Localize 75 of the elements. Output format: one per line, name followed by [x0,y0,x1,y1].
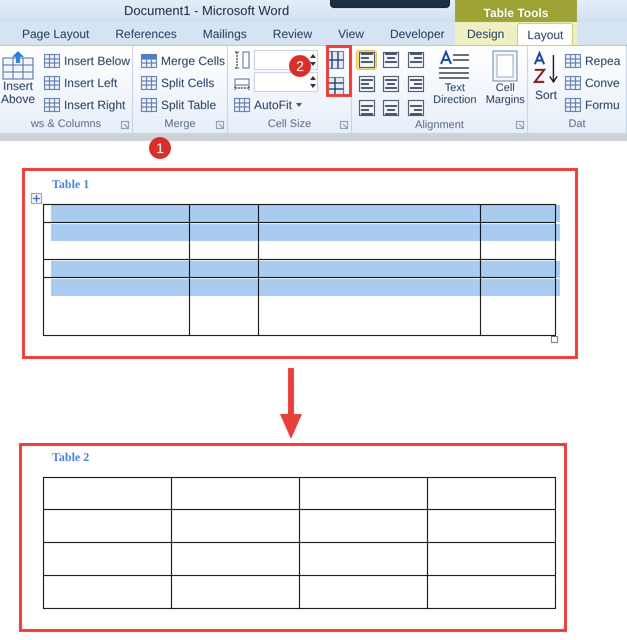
table-caption: Table 1 [52,178,90,191]
caret-icon [296,103,302,107]
data-button[interactable]: Repea [563,50,622,72]
resize-handle[interactable] [551,336,558,343]
window-title: Document1 - Microsoft Word [123,2,290,20]
merge-button[interactable]: Split Cells [139,72,227,94]
ribbon-tab[interactable]: View [325,23,377,45]
align-icon [383,52,400,68]
insert-button[interactable]: Insert Right [42,94,132,116]
data-button[interactable]: Formu [563,94,622,116]
align-button[interactable] [380,74,402,94]
move-handle-icon[interactable] [31,193,42,204]
ribbon-tab[interactable]: Design [458,23,514,45]
row-height-icon [234,51,250,69]
align-button[interactable] [405,74,426,94]
ribbon-tab[interactable]: Layout [517,23,574,45]
table-caption: Table 2 [52,451,90,464]
ribbon-tab[interactable]: Mailings [190,23,260,45]
align-icon [383,100,400,116]
table-insert-icon [44,98,60,112]
highlight-frame [326,45,352,97]
align-icon [358,52,374,68]
ribbon-tab[interactable]: Developer [376,23,458,45]
table-cells-icon [141,54,157,68]
table-insert-icon [44,76,60,90]
text-direction-button[interactable]: Text Direction [428,50,482,106]
dialog-launcher-icon[interactable] [216,121,224,129]
align-button[interactable] [356,98,377,118]
align-button[interactable] [405,50,426,70]
spinner-icon[interactable] [310,75,316,89]
step-badge: 1 [149,137,171,159]
align-icon [408,52,424,68]
table-cell [190,223,259,260]
align-button[interactable] [405,98,426,118]
align-button[interactable] [356,50,377,70]
dialog-launcher-icon[interactable] [340,121,348,129]
insert-above-button[interactable]: Insert Above [0,50,40,106]
group-label: Alignment [414,118,465,133]
table-cell [190,278,259,336]
merge-button[interactable]: Split Table [139,94,227,116]
dialog-launcher-icon[interactable] [516,121,524,129]
down-arrow-icon [280,368,302,439]
group-label: Dat [567,117,587,132]
table-cell [190,204,259,223]
cell-margins-icon [492,50,518,82]
align-button[interactable] [356,74,377,94]
dialog-launcher-icon[interactable] [121,121,129,129]
align-button[interactable] [380,98,402,118]
table-cells-icon [141,76,157,90]
sort-button[interactable]: Sort [531,50,561,104]
table-insert-icon [44,54,60,68]
width-field[interactable] [254,72,318,92]
contextual-tab-label: Table Tools [455,0,577,22]
group-label: Cell Size [266,117,312,132]
ribbon-tab[interactable]: Page Layout [9,23,102,45]
group-label: Merge [163,117,197,132]
align-icon [408,100,424,116]
ribbon-tab[interactable]: References [102,23,190,45]
autofit-button[interactable]: AutoFit [234,94,318,116]
table-cells-icon [141,98,157,112]
merge-button[interactable]: Merge Cells [139,50,227,72]
align-icon [358,100,374,116]
table-insert-icon [2,50,34,80]
align-icon [408,76,424,92]
data-button[interactable]: Conve [563,72,622,94]
align-button[interactable] [380,50,402,70]
group-label: ws & Columns [30,117,102,132]
sort-icon [533,50,559,86]
align-icon [358,76,374,92]
insert-button[interactable]: Insert Left [42,72,132,94]
ribbon-tab[interactable]: Review [260,23,326,45]
insert-button[interactable]: Insert Below [42,50,132,72]
align-icon [383,76,400,92]
cell-margins-button[interactable]: Cell Margins [484,50,527,106]
table-cell [190,260,259,278]
